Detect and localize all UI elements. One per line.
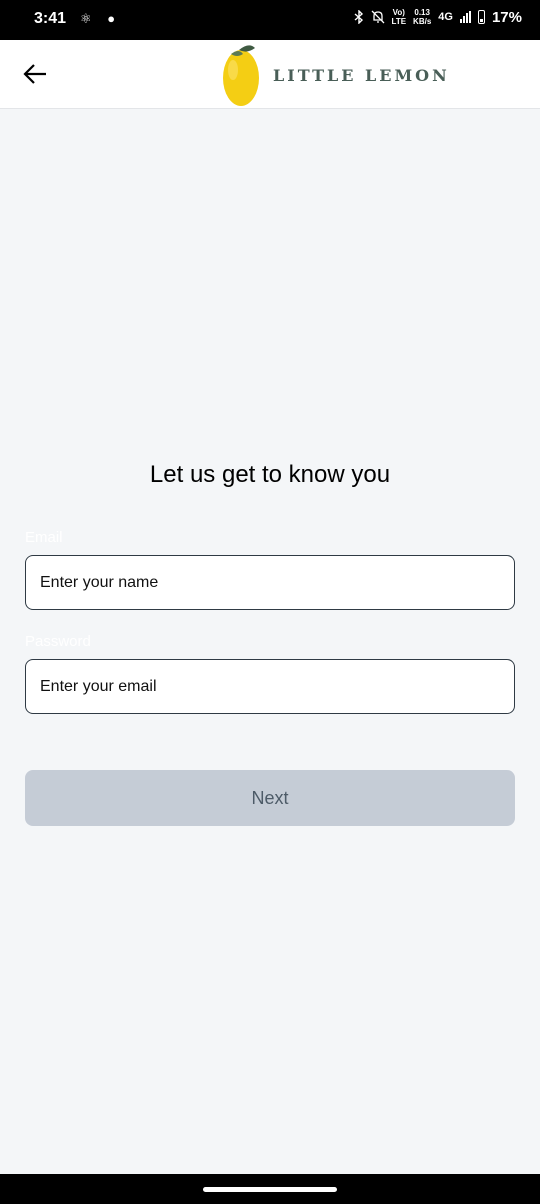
home-indicator[interactable] (203, 1187, 337, 1192)
password-label: Password (25, 633, 91, 650)
back-button[interactable] (20, 58, 52, 90)
email-input[interactable] (40, 677, 514, 696)
name-input[interactable] (40, 573, 514, 592)
bell-off-icon (371, 10, 384, 24)
page-title: Let us get to know you (149, 461, 391, 488)
next-button[interactable]: Next (25, 770, 515, 826)
email-label: Email (25, 529, 63, 546)
battery-level: 17% (491, 8, 522, 26)
status-notification-icons: ⚛︎ ● (80, 11, 122, 26)
name-field[interactable] (25, 555, 515, 610)
email-field[interactable] (25, 659, 515, 714)
volte-indicator: Vo) LTE (391, 8, 407, 26)
battery-icon (477, 10, 485, 24)
app-header: LITTLE LEMON (0, 40, 540, 109)
logo-text: LITTLE LEMON (273, 66, 450, 85)
status-time: 3:41 (34, 10, 67, 27)
bluetooth-icon (354, 10, 363, 24)
status-right-icons: Vo) LTE 0.13 KB/s 4G 17% (354, 8, 522, 26)
network-type: 4G (438, 11, 453, 23)
status-bar: 3:41 ⚛︎ ● Vo) LTE 0.13 KB/s 4G 17% (0, 0, 540, 40)
signal-icon (459, 11, 471, 23)
navigation-bar (0, 1174, 540, 1204)
network-speed: 0.13 KB/s (413, 8, 432, 26)
arrow-left-icon (23, 64, 46, 84)
